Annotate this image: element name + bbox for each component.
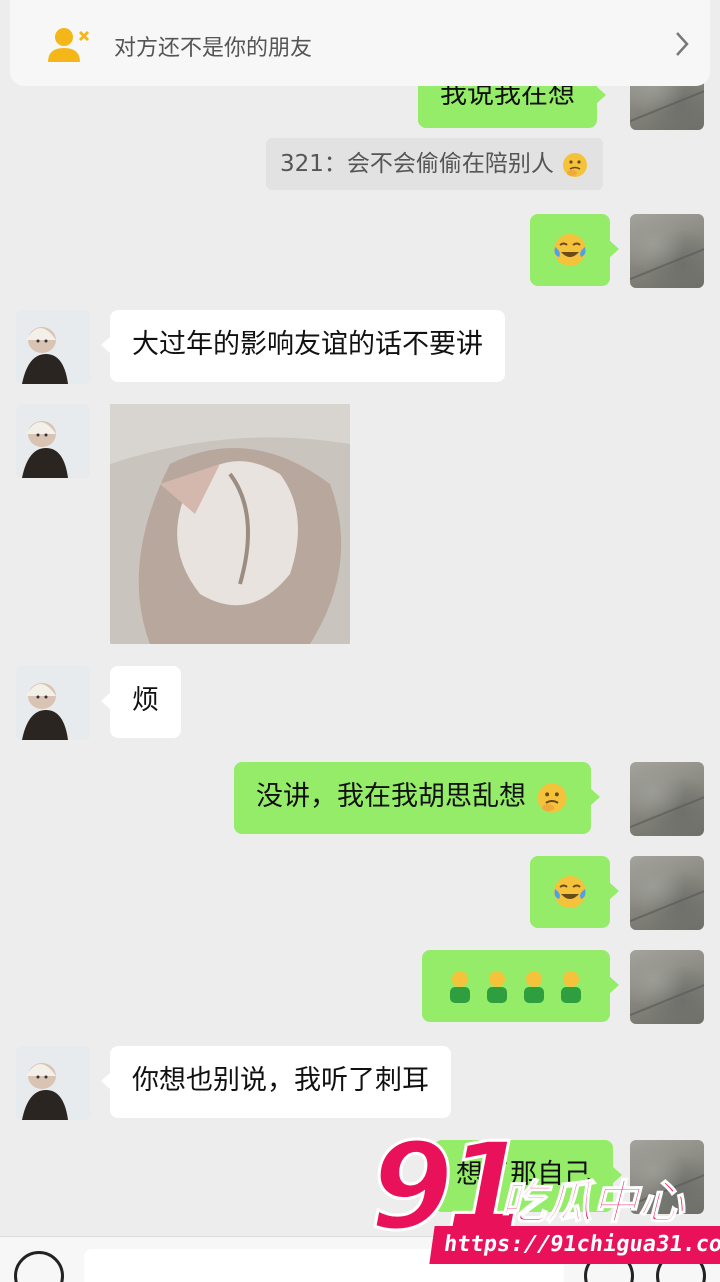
- message-text: 大过年的影响友谊的话不要讲: [132, 329, 483, 360]
- thinking-face-icon: [537, 782, 567, 813]
- my-avatar[interactable]: [630, 950, 704, 1024]
- message-text: 没讲，我在我胡思乱想: [256, 781, 526, 812]
- message-bubble-me[interactable]: [530, 856, 619, 928]
- message-text: 烦: [132, 685, 159, 716]
- friend-avatar-image: [16, 666, 90, 740]
- message-bubble-me[interactable]: [422, 950, 619, 1022]
- cat-photo-image: [110, 404, 350, 644]
- green-person-sticker-icon: [450, 971, 581, 1003]
- friend-avatar[interactable]: [16, 1046, 90, 1120]
- friend-avatar-image: [16, 310, 90, 384]
- message-text: 你想也别说，我听了刺耳: [132, 1065, 429, 1096]
- tears-of-joy-icon: [554, 876, 586, 908]
- message-bubble-me[interactable]: 没讲，我在我胡思乱想: [234, 762, 600, 834]
- my-avatar[interactable]: [630, 762, 704, 836]
- message-bubble-friend[interactable]: 烦: [101, 666, 181, 738]
- watermark-name: 吃瓜中心: [499, 1174, 685, 1230]
- message-bubble-friend[interactable]: 大过年的影响友谊的话不要讲: [101, 310, 505, 382]
- user-remove-icon: [48, 28, 90, 62]
- thinking-face-icon: [563, 152, 588, 177]
- my-avatar[interactable]: [630, 856, 704, 930]
- friend-avatar[interactable]: [16, 310, 90, 384]
- watermark-logo: 91 吃瓜中心 https://91chigua31.com: [369, 1126, 720, 1278]
- chevron-right-icon: [676, 32, 689, 56]
- quote-text: 321：会不会偷偷在陪别人: [280, 151, 554, 177]
- friend-avatar-image: [16, 404, 90, 478]
- cat-photo-message[interactable]: [110, 404, 350, 644]
- voice-input-icon[interactable]: [14, 1251, 64, 1282]
- my-avatar[interactable]: [630, 214, 704, 288]
- not-friend-notice[interactable]: 对方还不是你的朋友: [10, 0, 710, 86]
- message-bubble-friend[interactable]: 你想也别说，我听了刺耳: [101, 1046, 451, 1118]
- friend-avatar[interactable]: [16, 404, 90, 478]
- notice-text: 对方还不是你的朋友: [114, 36, 313, 61]
- chat-area[interactable]: 我说我在想 321：会不会偷偷在陪别人 大过年的影响友谊的话不要讲 烦 没讲，我…: [0, 0, 720, 1236]
- friend-avatar[interactable]: [16, 666, 90, 740]
- watermark-url: https://91chigua31.com: [429, 1226, 720, 1264]
- tears-of-joy-icon: [554, 234, 586, 266]
- message-bubble-me[interactable]: [530, 214, 619, 286]
- friend-avatar-image: [16, 1046, 90, 1120]
- quoted-message[interactable]: 321：会不会偷偷在陪别人: [266, 138, 604, 190]
